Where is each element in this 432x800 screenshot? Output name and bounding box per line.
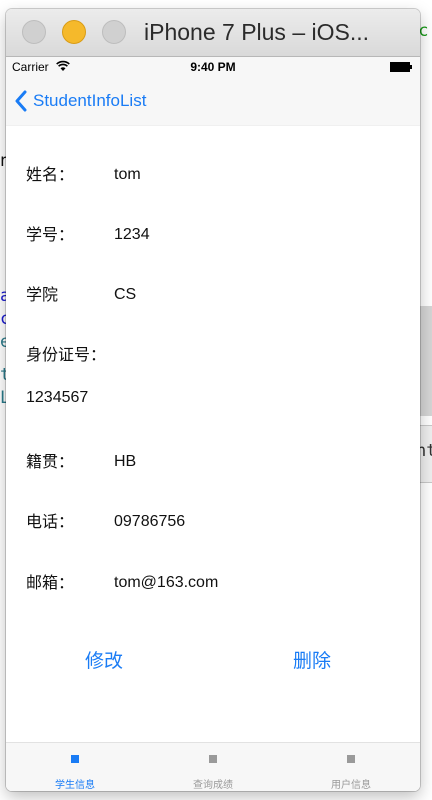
tab-label: 用户信息 xyxy=(331,780,371,791)
window-title: iPhone 7 Plus – iOS... xyxy=(144,19,370,45)
name-value: tom xyxy=(114,166,141,183)
status-time: 9:40 PM xyxy=(190,60,236,74)
phone-label: 电话： xyxy=(26,512,75,531)
email-value: tom@163.com xyxy=(114,574,219,591)
tab-query-scores[interactable]: 查询成绩 xyxy=(144,743,282,791)
delete-button[interactable]: 删除 xyxy=(293,646,331,673)
back-button-label: StudentInfoList xyxy=(33,91,147,110)
window-minimize-button[interactable] xyxy=(62,20,86,44)
tab-bar: 学生信息 查询成绩 用户信息 xyxy=(6,742,420,791)
phone-value: 09786756 xyxy=(114,513,186,530)
native-place-label: 籍贯： xyxy=(26,452,75,471)
window-close-button[interactable] xyxy=(22,20,46,44)
battery-icon xyxy=(390,62,412,72)
tab-student-info[interactable]: 学生信息 xyxy=(6,743,144,791)
window-title-bar: iPhone 7 Plus – iOS... xyxy=(6,9,420,57)
college-value: CS xyxy=(114,286,137,303)
id-card-value: 1234567 xyxy=(26,389,89,406)
student-id-label: 学号： xyxy=(26,225,75,244)
name-label: 姓名： xyxy=(26,165,75,184)
square-icon xyxy=(347,755,355,763)
student-id-value: 1234 xyxy=(114,226,150,243)
tab-label: 学生信息 xyxy=(55,780,95,791)
tab-label: 查询成绩 xyxy=(193,780,233,791)
simulator-window: iPhone 7 Plus – iOS... Carrier 9:40 PM S… xyxy=(6,9,420,791)
device-screen: Carrier 9:40 PM StudentInfoList 姓名： tom … xyxy=(6,57,420,791)
navigation-bar: StudentInfoList xyxy=(6,77,420,126)
student-detail: 姓名： tom 学号： 1234 学院 CS 身份证号： 1234567 籍贯：… xyxy=(6,125,420,750)
native-place-value: HB xyxy=(114,453,137,470)
status-bar: Carrier 9:40 PM xyxy=(6,57,420,77)
square-icon xyxy=(209,755,217,763)
window-zoom-button[interactable] xyxy=(102,20,126,44)
college-label: 学院 xyxy=(26,285,59,304)
back-button[interactable]: StudentInfoList xyxy=(14,77,146,125)
id-card-label: 身份证号： xyxy=(26,345,107,364)
edit-button[interactable]: 修改 xyxy=(85,646,123,673)
tab-user-info[interactable]: 用户信息 xyxy=(282,743,420,791)
square-icon xyxy=(71,755,79,763)
email-label: 邮箱： xyxy=(26,573,75,592)
chevron-left-icon xyxy=(15,90,27,112)
